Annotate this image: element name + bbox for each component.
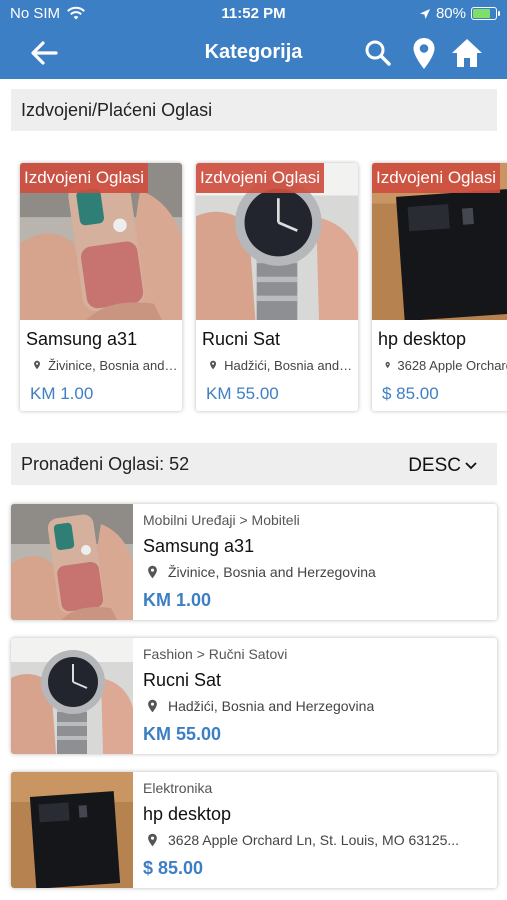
listing-price: KM 1.00 [30, 384, 94, 403]
listing-row[interactable]: Elektronika hp desktop 3628 Apple Orchar… [11, 772, 497, 888]
chevron-down-icon [465, 462, 477, 470]
location-text: Hadžići, Bosnia and Herzegovina [168, 698, 375, 714]
listing-location: Živinice, Bosnia and Herzegovina [145, 563, 489, 581]
listing-photo: Izdvojeni Oglasi [20, 163, 182, 320]
listing-category: Elektronika [143, 780, 213, 796]
location-text: Živinice, Bosnia and Herzegovina [168, 564, 376, 580]
featured-section-title: Izdvojeni/Plaćeni Oglasi [21, 100, 213, 120]
listing-price: $ 85.00 [143, 858, 204, 878]
results-count: Pronađeni Oglasi: 52 [21, 454, 190, 474]
listing-location: Živinice, Bosnia and Herzegovina [32, 356, 178, 374]
featured-ribbon: Izdvojeni Oglasi [20, 163, 149, 193]
location-text: Hadžići, Bosnia and Herzegovina [224, 357, 354, 373]
listing-price: KM 55.00 [206, 384, 279, 403]
location-pin-icon [145, 831, 160, 849]
featured-card[interactable]: Izdvojeni Oglasi Rucni Sat Hadžići, Bosn… [196, 163, 358, 411]
map-pin-icon[interactable] [407, 36, 441, 70]
listing-photo: Izdvojeni Oglasi [196, 163, 358, 320]
results-header: Pronađeni Oglasi: 52 DESC [11, 443, 497, 485]
featured-section-header: Izdvojeni/Plaćeni Oglasi [11, 89, 497, 131]
listing-name: Samsung a31 [143, 536, 255, 556]
location-arrow-icon [419, 8, 430, 19]
featured-ribbon: Izdvojeni Oglasi [372, 163, 501, 193]
sort-label: DESC [408, 455, 461, 476]
listing-name: hp desktop [378, 329, 467, 349]
featured-card[interactable]: Izdvojeni Oglasi Samsung a31 Živinice, B… [20, 163, 182, 411]
listing-location: 3628 Apple Orchard Ln, St. Louis, MO 631… [384, 356, 507, 374]
listing-photo [11, 504, 133, 620]
listing-name: hp desktop [143, 804, 232, 824]
listing-name: Rucni Sat [143, 670, 222, 690]
battery-icon [471, 7, 500, 20]
featured-carousel[interactable]: Izdvojeni Oglasi Samsung a31 Živinice, B… [0, 160, 507, 416]
home-icon[interactable] [450, 36, 484, 70]
featured-card[interactable]: Izdvojeni Oglasi hp desktop 3628 Apple O… [372, 163, 507, 411]
listing-name: Samsung a31 [26, 329, 138, 349]
listing-category: Mobilni Uređaji > Mobiteli [143, 512, 300, 528]
listing-price: $ 85.00 [382, 384, 439, 403]
listing-row[interactable]: Fashion > Ručni Satovi Rucni Sat Hadžići… [11, 638, 497, 754]
listing-location: 3628 Apple Orchard Ln, St. Louis, MO 631… [145, 831, 489, 849]
app-header: No SIM 11:52 PM 80% Kategorija [0, 0, 507, 79]
listing-price: KM 55.00 [143, 724, 222, 744]
location-pin-icon [384, 356, 391, 374]
status-bar: No SIM 11:52 PM 80% [0, 0, 507, 28]
search-icon[interactable] [361, 36, 395, 70]
listing-photo [11, 772, 133, 888]
location-pin-icon [208, 356, 218, 374]
listing-name: Rucni Sat [202, 329, 281, 349]
listing-row[interactable]: Mobilni Uređaji > Mobiteli Samsung a31 Ž… [11, 504, 497, 620]
location-pin-icon [32, 356, 42, 374]
battery-percent: 80% [435, 5, 466, 22]
listing-location: Hadžići, Bosnia and Herzegovina [145, 697, 489, 715]
listing-location: Hadžići, Bosnia and Herzegovina [208, 356, 354, 374]
featured-ribbon: Izdvojeni Oglasi [196, 163, 325, 193]
listing-photo [11, 638, 133, 754]
location-text: 3628 Apple Orchard Ln, St. Louis, MO 631… [397, 357, 507, 373]
listing-price: KM 1.00 [143, 590, 212, 610]
listing-category: Fashion > Ručni Satovi [143, 646, 288, 662]
listing-photo: Izdvojeni Oglasi [372, 163, 507, 320]
battery-level [473, 9, 490, 18]
nav-bar: Kategorija [0, 30, 507, 76]
location-pin-icon [145, 697, 160, 715]
location-pin-icon [145, 563, 160, 581]
location-text: Živinice, Bosnia and Herzegovina [48, 357, 178, 373]
location-text: 3628 Apple Orchard Ln, St. Louis, MO 631… [168, 832, 460, 848]
status-right: 80% [419, 5, 500, 22]
sort-dropdown[interactable]: DESC [408, 455, 477, 477]
